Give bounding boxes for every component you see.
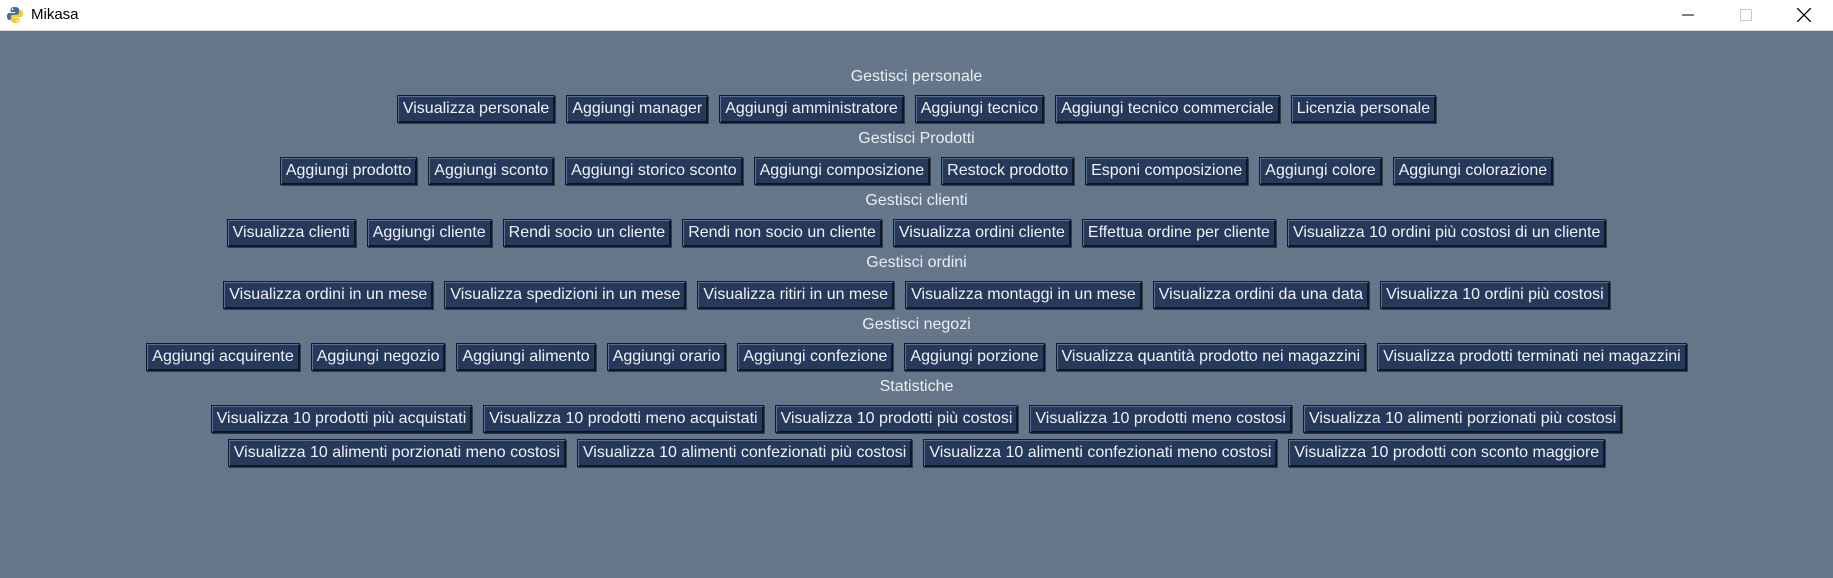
main-content: Gestisci personale Visualizza personale … [0, 31, 1833, 578]
montaggi-mese-button[interactable]: Visualizza montaggi in un mese [905, 281, 1142, 309]
python-app-icon [7, 7, 23, 23]
section-title-personale: Gestisci personale [850, 68, 983, 85]
maximize-icon [1740, 9, 1752, 21]
maximize-button[interactable] [1717, 0, 1775, 30]
top10-prodotti-meno-acquistati-button[interactable]: Visualizza 10 prodotti meno acquistati [483, 405, 764, 433]
top10-prodotti-sconto-button[interactable]: Visualizza 10 prodotti con sconto maggio… [1288, 439, 1606, 467]
rendi-socio-button[interactable]: Rendi socio un cliente [502, 219, 672, 247]
row-ordini: Visualizza ordini in un mese Visualizza … [0, 281, 1833, 309]
aggiungi-cliente-button[interactable]: Aggiungi cliente [366, 219, 492, 247]
aggiungi-orario-button[interactable]: Aggiungi orario [606, 343, 727, 371]
rendi-non-socio-button[interactable]: Rendi non socio un cliente [682, 219, 882, 247]
section-title-prodotti: Gestisci Prodotti [858, 130, 975, 147]
quantita-magazzini-button[interactable]: Visualizza quantità prodotto nei magazzi… [1055, 343, 1367, 371]
top10-alimenti-confezionati-costosi-button[interactable]: Visualizza 10 alimenti confezionati più … [576, 439, 913, 467]
top10-alimenti-porzionati-meno-costosi-button[interactable]: Visualizza 10 alimenti porzionati meno c… [227, 439, 566, 467]
close-icon [1797, 8, 1811, 22]
section-title-statistiche: Statistiche [879, 378, 954, 395]
aggiungi-composizione-button[interactable]: Aggiungi composizione [753, 157, 931, 185]
aggiungi-confezione-button[interactable]: Aggiungi confezione [737, 343, 894, 371]
aggiungi-acquirente-button[interactable]: Aggiungi acquirente [146, 343, 300, 371]
aggiungi-porzione-button[interactable]: Aggiungi porzione [904, 343, 1045, 371]
row-statistiche-1: Visualizza 10 prodotti più acquistati Vi… [0, 405, 1833, 433]
aggiungi-tecnico-commerciale-button[interactable]: Aggiungi tecnico commerciale [1055, 95, 1280, 123]
aggiungi-alimento-button[interactable]: Aggiungi alimento [456, 343, 596, 371]
visualizza-ordini-cliente-button[interactable]: Visualizza ordini cliente [892, 219, 1071, 247]
aggiungi-sconto-button[interactable]: Aggiungi sconto [428, 157, 555, 185]
aggiungi-storico-sconto-button[interactable]: Aggiungi storico sconto [565, 157, 743, 185]
row-personale: Visualizza personale Aggiungi manager Ag… [0, 95, 1833, 123]
aggiungi-tecnico-button[interactable]: Aggiungi tecnico [914, 95, 1045, 123]
ritiri-mese-button[interactable]: Visualizza ritiri in un mese [697, 281, 895, 309]
top10-alimenti-confezionati-meno-costosi-button[interactable]: Visualizza 10 alimenti confezionati meno… [923, 439, 1278, 467]
aggiungi-colore-button[interactable]: Aggiungi colore [1259, 157, 1382, 185]
licenzia-personale-button[interactable]: Licenzia personale [1290, 95, 1437, 123]
aggiungi-negozio-button[interactable]: Aggiungi negozio [310, 343, 446, 371]
top10-prodotti-costosi-button[interactable]: Visualizza 10 prodotti più costosi [774, 405, 1019, 433]
aggiungi-amministratore-button[interactable]: Aggiungi amministratore [719, 95, 904, 123]
restock-prodotto-button[interactable]: Restock prodotto [941, 157, 1075, 185]
effettua-ordine-button[interactable]: Effettua ordine per cliente [1081, 219, 1276, 247]
row-statistiche-2: Visualizza 10 alimenti porzionati meno c… [0, 439, 1833, 467]
row-clienti: Visualizza clienti Aggiungi cliente Rend… [0, 219, 1833, 247]
top10-alimenti-porzionati-costosi-button[interactable]: Visualizza 10 alimenti porzionati più co… [1302, 405, 1623, 433]
row-negozi: Aggiungi acquirente Aggiungi negozio Agg… [0, 343, 1833, 371]
prodotti-terminati-button[interactable]: Visualizza prodotti terminati nei magazz… [1377, 343, 1687, 371]
window-title: Mikasa [31, 6, 79, 23]
aggiungi-prodotto-button[interactable]: Aggiungi prodotto [279, 157, 418, 185]
top10-prodotti-meno-costosi-button[interactable]: Visualizza 10 prodotti meno costosi [1029, 405, 1292, 433]
top10-prodotti-acquistati-button[interactable]: Visualizza 10 prodotti più acquistati [210, 405, 473, 433]
ordini-mese-button[interactable]: Visualizza ordini in un mese [223, 281, 434, 309]
visualizza-clienti-button[interactable]: Visualizza clienti [226, 219, 356, 247]
top10-ordini-cliente-button[interactable]: Visualizza 10 ordini più costosi di un c… [1286, 219, 1607, 247]
ordini-data-button[interactable]: Visualizza ordini da una data [1152, 281, 1370, 309]
section-title-ordini: Gestisci ordini [866, 254, 967, 271]
row-prodotti: Aggiungi prodotto Aggiungi sconto Aggiun… [0, 157, 1833, 185]
minimize-icon [1682, 14, 1694, 16]
top10-ordini-button[interactable]: Visualizza 10 ordini più costosi [1380, 281, 1610, 309]
spedizioni-mese-button[interactable]: Visualizza spedizioni in un mese [444, 281, 687, 309]
aggiungi-manager-button[interactable]: Aggiungi manager [566, 95, 709, 123]
visualizza-personale-button[interactable]: Visualizza personale [396, 95, 556, 123]
section-title-clienti: Gestisci clienti [865, 192, 968, 209]
minimize-button[interactable] [1659, 0, 1717, 30]
close-button[interactable] [1775, 0, 1833, 30]
title-bar: Mikasa [0, 0, 1833, 31]
esponi-composizione-button[interactable]: Esponi composizione [1085, 157, 1249, 185]
section-title-negozi: Gestisci negozi [862, 316, 971, 333]
aggiungi-colorazione-button[interactable]: Aggiungi colorazione [1392, 157, 1554, 185]
